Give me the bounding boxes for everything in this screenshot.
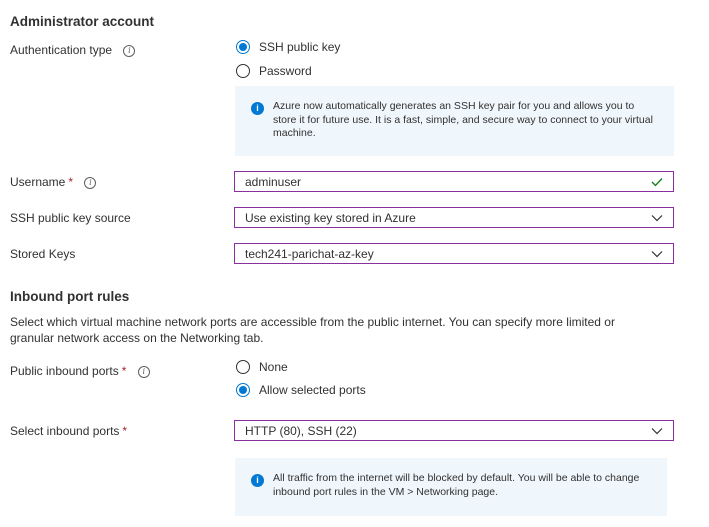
ports-option-none[interactable]: None [236,360,288,374]
info-filled-icon: i [251,102,264,115]
username-value: adminuser [245,174,302,189]
ports-info-box: i All traffic from the internet will be … [235,458,667,516]
stored-keys-label: Stored Keys [10,247,76,261]
auth-option-password[interactable]: Password [236,64,312,78]
ports-info-text: All traffic from the internet will be bl… [273,472,640,498]
info-filled-icon: i [251,474,264,487]
chevron-down-icon [651,214,663,221]
public-ports-label-text: Public inbound ports [10,364,119,378]
radio-selected-icon[interactable] [236,40,250,54]
select-ports-label: Select inbound ports * [10,424,127,438]
stored-keys-value: tech241-parichat-az-key [245,246,374,261]
inbound-section-heading: Inbound port rules [10,289,130,304]
username-label: Username * i [10,175,97,189]
required-mark: * [121,364,127,378]
select-ports-label-text: Select inbound ports [10,424,120,438]
chevron-down-icon [651,250,663,257]
inbound-description: Select which virtual machine network por… [10,315,615,345]
public-ports-label: Public inbound ports * i [10,364,150,378]
ssh-info-box: i Azure now automatically generates an S… [235,86,674,156]
key-source-value: Use existing key stored in Azure [245,210,416,225]
auth-option-ssh[interactable]: SSH public key [236,40,340,54]
admin-section-heading: Administrator account [10,14,155,29]
radio-selected-icon[interactable] [236,383,250,397]
select-ports-dropdown[interactable]: HTTP (80), SSH (22) [234,420,674,441]
required-mark: * [122,424,128,438]
chevron-down-icon [651,427,663,434]
auth-type-label: Authentication type i [10,43,136,57]
ports-option-none-label: None [259,360,288,374]
username-label-text: Username [10,175,66,189]
auth-option-password-label: Password [259,64,312,78]
radio-unselected-icon[interactable] [236,360,250,374]
required-mark: * [68,175,74,189]
ssh-info-text: Azure now automatically generates an SSH… [273,100,653,139]
info-icon[interactable]: i [137,365,150,378]
checkmark-icon [651,177,663,186]
key-source-label: SSH public key source [10,211,131,225]
select-ports-value: HTTP (80), SSH (22) [245,423,357,438]
stored-keys-dropdown[interactable]: tech241-parichat-az-key [234,243,674,264]
auth-type-label-text: Authentication type [10,43,113,57]
username-input[interactable]: adminuser [234,171,674,192]
ports-option-allow-label: Allow selected ports [259,383,366,397]
ports-option-allow[interactable]: Allow selected ports [236,383,366,397]
info-icon[interactable]: i [123,44,136,57]
auth-option-ssh-label: SSH public key [259,40,341,54]
info-icon[interactable]: i [84,176,97,189]
key-source-dropdown[interactable]: Use existing key stored in Azure [234,207,674,228]
radio-unselected-icon[interactable] [236,64,250,78]
